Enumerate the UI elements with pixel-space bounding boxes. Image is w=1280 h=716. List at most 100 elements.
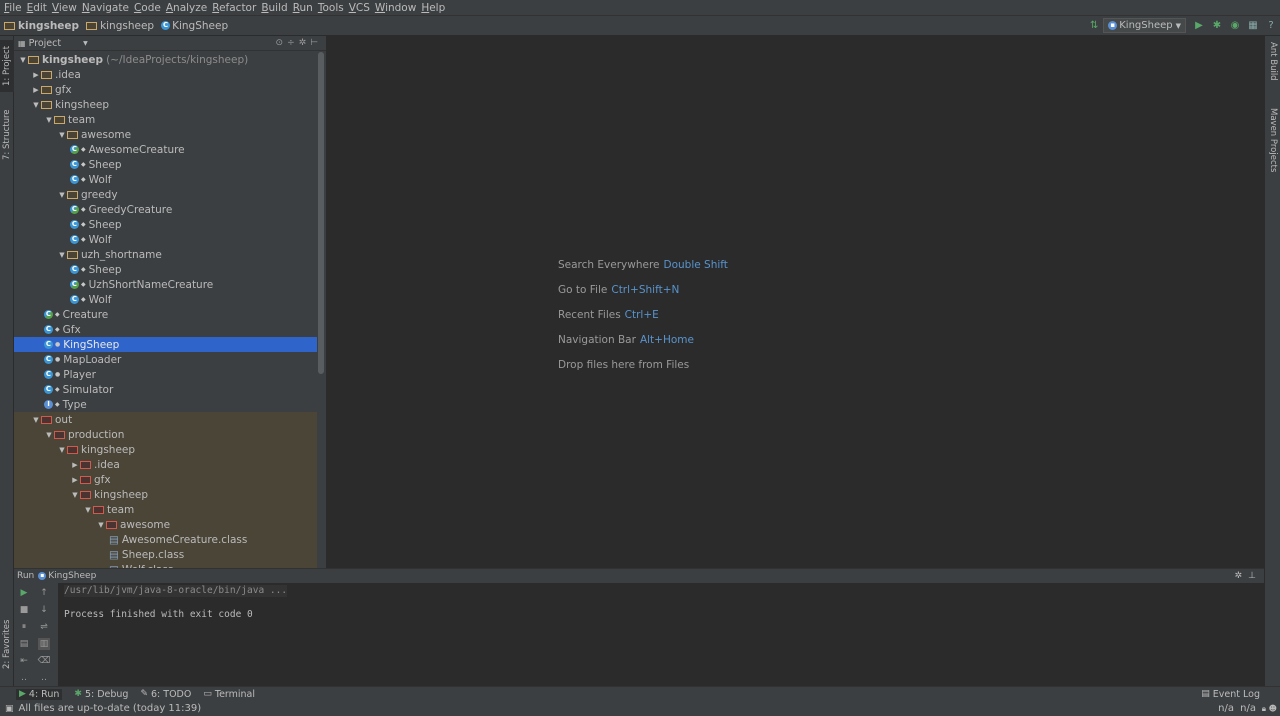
- tree-row[interactable]: ▼ kingsheep: [14, 97, 317, 112]
- bottom-tab[interactable]: ▶ 4: Run: [16, 688, 63, 700]
- expand-arrow-icon[interactable]: ▼: [70, 491, 80, 499]
- build-icon[interactable]: ⇅: [1087, 19, 1101, 33]
- tree-row[interactable]: C ◆ Wolf: [14, 232, 317, 247]
- tree-row[interactable]: ▤ AwesomeCreature.class: [14, 532, 317, 547]
- tree-row[interactable]: ▼ out: [14, 412, 317, 427]
- tree-row[interactable]: I ◆ Type: [14, 397, 317, 412]
- menu-edit[interactable]: Edit: [26, 2, 51, 14]
- collapse-arrow-icon[interactable]: ▶: [70, 461, 80, 469]
- scroll-to-end-icon[interactable]: ▥: [38, 638, 50, 650]
- exit-icon[interactable]: ⇤: [18, 655, 30, 667]
- tree-row[interactable]: ▼ team: [14, 502, 317, 517]
- tree-row[interactable]: C ◆ UzhShortNameCreature: [14, 277, 317, 292]
- collapse-arrow-icon[interactable]: ▶: [70, 476, 80, 484]
- expand-arrow-icon[interactable]: ▼: [57, 251, 67, 259]
- scroll-from-source-icon[interactable]: ⊙: [276, 38, 284, 48]
- menu-window[interactable]: Window: [374, 2, 420, 14]
- tab-maven-projects[interactable]: Maven Projects: [1266, 108, 1280, 186]
- settings-icon[interactable]: ✲: [299, 38, 307, 48]
- tree-row[interactable]: C ◆ Wolf: [14, 172, 317, 187]
- inspector-icon[interactable]: ☻: [1269, 704, 1277, 713]
- tree-row[interactable]: C ◆ Sheep: [14, 217, 317, 232]
- menu-analyze[interactable]: Analyze: [165, 2, 211, 14]
- collapse-all-icon[interactable]: ÷: [287, 38, 295, 48]
- console-output[interactable]: /usr/lib/jvm/java-8-oracle/bin/java ... P…: [64, 583, 288, 621]
- tree-row[interactable]: C ◆ Wolf: [14, 292, 317, 307]
- lock-icon[interactable]: 🔒︎: [1262, 704, 1266, 714]
- dump-threads-icon[interactable]: ▤: [18, 638, 30, 650]
- event-log-tab[interactable]: ▤ Event Log: [1201, 689, 1260, 700]
- settings-icon[interactable]: ✲: [1234, 571, 1242, 581]
- tree-row[interactable]: C ◆ Creature: [14, 307, 317, 322]
- tree-row[interactable]: ▶ gfx: [14, 82, 317, 97]
- bottom-tab[interactable]: ✎ 6: TODO: [140, 689, 191, 700]
- expand-arrow-icon[interactable]: ▼: [83, 506, 93, 514]
- tree-row[interactable]: C ◆ GreedyCreature: [14, 202, 317, 217]
- tree-row[interactable]: ▶ .idea: [14, 457, 317, 472]
- expand-arrow-icon[interactable]: ▼: [31, 101, 41, 109]
- tab-project[interactable]: 1: Project: [0, 40, 14, 92]
- tree-row[interactable]: C ● Player: [14, 367, 317, 382]
- tree-row[interactable]: C ◆ Simulator: [14, 382, 317, 397]
- menu-tools[interactable]: Tools: [317, 2, 348, 14]
- menu-run[interactable]: Run: [292, 2, 317, 14]
- expand-arrow-icon[interactable]: ▼: [57, 131, 67, 139]
- tab-ant-build[interactable]: Ant Build: [1266, 42, 1280, 98]
- menu-vcs[interactable]: VCS: [348, 2, 374, 14]
- run-config-dropdown[interactable]: ▪ KingSheep ▼: [1103, 18, 1186, 33]
- tree-row[interactable]: C ● KingSheep: [14, 337, 317, 352]
- coverage-icon[interactable]: ◉: [1228, 19, 1242, 33]
- tree-row[interactable]: C ◆ Sheep: [14, 157, 317, 172]
- tab-structure[interactable]: 7: Structure: [0, 104, 14, 166]
- tree-scrollbar[interactable]: [318, 52, 324, 374]
- project-structure-icon[interactable]: ▦: [1246, 19, 1260, 33]
- expand-arrow-icon[interactable]: ▼: [57, 446, 67, 454]
- stop-icon[interactable]: ■: [18, 604, 30, 616]
- menu-navigate[interactable]: Navigate: [81, 2, 133, 14]
- pause-icon[interactable]: ⏸: [18, 621, 30, 633]
- run-panel-config[interactable]: KingSheep: [48, 571, 96, 581]
- run-icon[interactable]: ▶: [1192, 19, 1206, 33]
- tree-row[interactable]: C ◆ Gfx: [14, 322, 317, 337]
- down-arrow-icon[interactable]: ↓: [38, 604, 50, 616]
- tree-row[interactable]: ▼ awesome: [14, 127, 317, 142]
- tree-row[interactable]: ▼ kingsheep: [14, 442, 317, 457]
- menu-build[interactable]: Build: [260, 2, 291, 14]
- soft-wrap-icon[interactable]: ⇌: [38, 621, 50, 633]
- menu-file[interactable]: File: [3, 2, 26, 14]
- tab-favorites[interactable]: 2: Favorites: [0, 614, 14, 674]
- expand-arrow-icon[interactable]: ▼: [31, 416, 41, 424]
- breadcrumb-class[interactable]: C KingSheep: [161, 20, 228, 32]
- tree-row[interactable]: ▼ greedy: [14, 187, 317, 202]
- menu-code[interactable]: Code: [133, 2, 165, 14]
- pin-icon[interactable]: ‥: [18, 672, 30, 684]
- expand-arrow-icon[interactable]: ▼: [96, 521, 106, 529]
- debug-icon[interactable]: ✱: [1210, 19, 1224, 33]
- project-panel-title[interactable]: Project: [29, 38, 62, 49]
- menu-refactor[interactable]: Refactor: [211, 2, 260, 14]
- menu-help[interactable]: Help: [420, 2, 449, 14]
- bottom-tab[interactable]: ✱ 5: Debug: [74, 689, 128, 700]
- expand-arrow-icon[interactable]: ▼: [57, 191, 67, 199]
- tree-row[interactable]: ▼ kingsheep: [14, 487, 317, 502]
- rerun-icon[interactable]: ▶: [18, 587, 30, 599]
- hide-icon[interactable]: ⊥: [1248, 571, 1256, 581]
- tree-row[interactable]: C ◆ Sheep: [14, 262, 317, 277]
- editor-area[interactable]: Search Everywhere Double Shift Go to File C…: [327, 36, 1264, 568]
- tree-row[interactable]: ▼ production: [14, 427, 317, 442]
- menu-view[interactable]: View: [51, 2, 81, 14]
- hide-icon[interactable]: ⊢: [310, 38, 318, 48]
- tree-row[interactable]: ▶ gfx: [14, 472, 317, 487]
- help-icon[interactable]: ?: [1264, 19, 1278, 33]
- expand-arrow-icon[interactable]: ▼: [18, 56, 28, 64]
- tree-row[interactable]: ▼ kingsheep (~/IdeaProjects/kingsheep): [14, 52, 317, 67]
- breadcrumb-package[interactable]: kingsheep: [86, 20, 154, 32]
- close-icon[interactable]: ‥: [38, 672, 50, 684]
- tree-row[interactable]: ▼ uzh_shortname: [14, 247, 317, 262]
- tree-row[interactable]: ▤ Sheep.class: [14, 547, 317, 562]
- clear-icon[interactable]: ⌫: [38, 655, 51, 667]
- bottom-tab[interactable]: ▭ Terminal: [203, 689, 255, 700]
- expand-arrow-icon[interactable]: ▼: [44, 116, 54, 124]
- tree-row[interactable]: C ● MapLoader: [14, 352, 317, 367]
- expand-arrow-icon[interactable]: ▼: [44, 431, 54, 439]
